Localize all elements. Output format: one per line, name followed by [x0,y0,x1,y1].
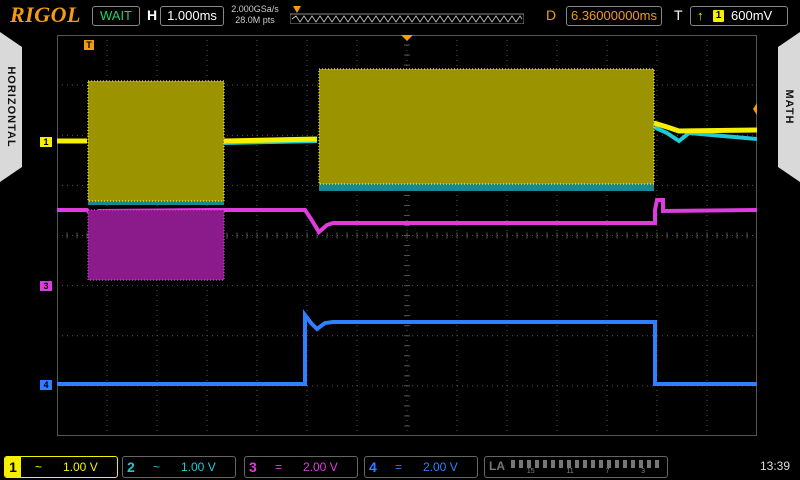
ch3-burst [88,210,224,280]
horizontal-tab-label: HORIZONTAL [5,66,17,148]
la-bank-label: 7 [605,468,610,475]
top-status-bar: RIGOL WAIT H 1.000ms 2.000GSa/s 28.0M pt… [0,0,800,32]
ch3-marker[interactable]: 3 [40,281,52,291]
horizontal-label: H [147,7,158,23]
ch1-marker[interactable]: 1 [40,137,52,147]
trigger-position-marker-icon [293,6,301,13]
brand-logo: RIGOL [10,2,81,27]
ch1-burst-2 [319,69,654,184]
memory-depth: 28.0M pts [235,15,275,25]
ch4-number: 4 [369,459,377,475]
waveform-display[interactable]: T [57,35,757,436]
timebase-readout[interactable]: 1.000ms [160,6,224,26]
waveform-traces [57,68,757,386]
delay-marker-icon: T [84,40,94,50]
memory-position-bar[interactable] [290,6,524,24]
ch1-settings[interactable]: 1 ~ 1.00 V [4,456,118,478]
ch1-coupling: ~ [35,460,43,474]
trigger-level: 600mV [731,8,773,23]
ch2-number: 2 [127,459,135,475]
rising-edge-icon: ↑ [697,8,704,23]
trigger-readout[interactable]: ↑ 1 600mV [690,6,788,26]
ch3-marker-label: 3 [43,281,49,291]
la-channel-dots [511,460,661,468]
la-label: LA [489,459,505,473]
ch1-burst-1 [88,81,224,201]
trigger-time-marker-icon [401,35,413,41]
ch1-number: 1 [5,457,21,477]
ch2-coupling: ~ [153,460,161,474]
ch2-scale: 1.00 V [181,460,216,474]
ch4-scale: 2.00 V [423,460,458,474]
ch2-settings[interactable]: 2 ~ 1.00 V [122,456,236,478]
la-bank-label: 15 [526,468,535,475]
ch4-marker-label: 4 [43,380,49,390]
system-clock: 13:39 [760,459,791,473]
channel-status-bar: 1 ~ 1.00 V 2 ~ 1.00 V 3 = 2.00 V 4 = 2.0… [0,452,800,480]
acquisition-status[interactable]: WAIT [92,6,140,26]
trigger-source: 1 [713,10,724,22]
math-tab-label: MATH [783,89,795,125]
ch3-coupling: = [275,460,283,474]
ch1-marker-label: 1 [43,137,49,147]
la-bank-label: 3 [641,468,646,475]
ch4-settings[interactable]: 4 = 2.00 V [364,456,478,478]
ch1-scale: 1.00 V [63,460,98,474]
ch4-marker[interactable]: 4 [40,380,52,390]
math-tab[interactable]: MATH [778,32,800,182]
horizontal-tab[interactable]: HORIZONTAL [0,32,22,182]
ch4-coupling: = [395,460,403,474]
logic-analyzer-status[interactable]: LA 15 11 7 3 [484,456,668,478]
la-bank-labels: 15 11 7 3 [511,468,661,475]
sample-info: 2.000GSa/s 28.0M pts [228,4,282,26]
svg-text:T: T [86,40,92,50]
delay-readout[interactable]: 6.36000000ms [566,6,662,26]
ch3-number: 3 [249,459,257,475]
trigger-label: T [674,7,683,23]
ch3-settings[interactable]: 3 = 2.00 V [244,456,358,478]
la-bank-label: 11 [566,468,574,475]
sample-rate: 2.000GSa/s [231,4,279,14]
ch3-scale: 2.00 V [303,460,338,474]
trigger-level-marker-icon [753,103,757,115]
memory-waveform-icon [291,15,523,23]
delay-label: D [546,7,557,23]
